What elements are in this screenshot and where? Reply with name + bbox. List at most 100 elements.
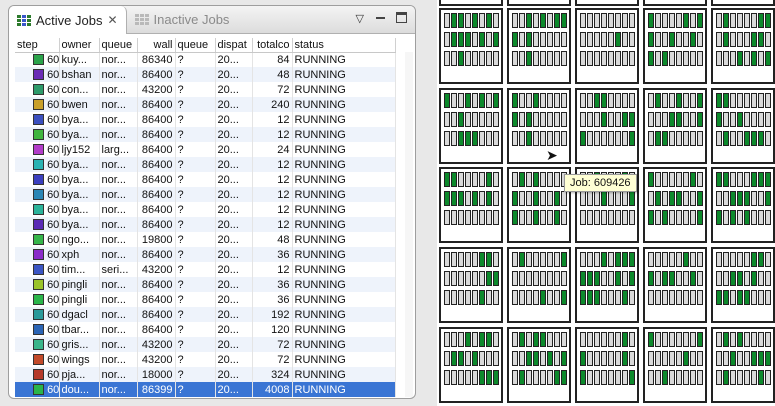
compute-node[interactable] [643,0,707,6]
cell-queue: nor... [99,352,138,367]
tab-active-jobs[interactable]: Active Jobs ✕ [9,6,127,34]
table-row[interactable]: 609...gris...nor...43200?20...72RUNNING [15,337,396,352]
table-row[interactable]: 609...bya...nor...86400?20...12RUNNING [15,217,396,232]
compute-node[interactable] [439,0,503,6]
table-row[interactable]: 609...bya...nor...86400?20...12RUNNING [15,172,396,187]
table-row[interactable]: 609...bya...nor...86400?20...12RUNNING [15,187,396,202]
compute-node[interactable] [643,167,707,243]
cpu-core [465,191,471,206]
cpu-core [519,172,525,187]
cpu-core [526,351,532,366]
cpu-core [676,13,682,28]
cpu-core [744,370,750,385]
cpu-core [690,332,696,347]
column-header-step[interactable]: step [15,38,60,53]
cpu-core [479,32,485,47]
table-row[interactable]: 609...bya...nor...86400?20...12RUNNING [15,112,396,127]
compute-node[interactable] [575,327,639,403]
column-header-queue[interactable]: queue [99,38,138,53]
compute-node[interactable] [643,8,707,84]
table-row[interactable]: 609...tim...seri...43200?20...12RUNNING [15,262,396,277]
compute-node[interactable] [439,88,503,164]
table-row[interactable]: 609...kuy...nor...86340?20...84RUNNING [15,52,396,67]
compute-node[interactable] [507,327,571,403]
table-row[interactable]: 609...bya...nor...86400?20...12RUNNING [15,157,396,172]
compute-node[interactable] [439,247,503,323]
compute-node[interactable] [439,167,503,243]
compute-node[interactable] [711,327,775,403]
cell-queued: ? [175,187,216,202]
compute-node[interactable] [507,8,571,84]
cpu-core [486,51,492,66]
table-row[interactable]: 609...pinglinor...86400?20...36RUNNING [15,277,396,292]
vertical-scrollbar[interactable] [405,52,413,397]
compute-node[interactable] [711,167,775,243]
cpu-core [669,172,675,187]
job-color-swatch [33,69,44,81]
table-row[interactable]: 609...dou...nor...86399?20...4008RUNNING [15,382,396,397]
compute-node[interactable] [507,247,571,323]
cpu-core [751,93,757,108]
compute-node[interactable] [643,88,707,164]
compute-node[interactable] [507,88,571,164]
cell-wall: 86400 [137,202,176,217]
table-row[interactable]: 609...xphnor...86400?20...36RUNNING [15,247,396,262]
compute-node[interactable] [643,327,707,403]
column-header-wall[interactable]: wall [137,38,176,53]
close-icon[interactable]: ✕ [107,13,117,27]
table-row[interactable]: 609...dgaclnor...86400?20...192RUNNING [15,307,396,322]
table-row[interactable]: 609...pinglinor...86400?20...36RUNNING [15,292,396,307]
compute-node[interactable] [439,8,503,84]
compute-node[interactable] [507,167,571,243]
cpu-core [472,32,478,47]
compute-node[interactable] [711,88,775,164]
compute-node[interactable] [507,0,571,6]
cpu-core [540,13,546,28]
cpu-core [751,332,757,347]
cpu-core [758,172,764,187]
table-row[interactable]: 609...bya...nor...86400?20...12RUNNING [15,202,396,217]
compute-node[interactable] [711,8,775,84]
cell-queue: nor... [99,232,138,247]
table-row[interactable]: 609...ngo...nor...19800?20...48RUNNING [15,232,396,247]
cell-dispatched: 20... [215,277,253,292]
cpu-core [723,112,729,127]
table-row[interactable]: 609...tbar...nor...86400?20...120RUNNING [15,322,396,337]
table-row[interactable]: 609...bshannor...86400?20...48RUNNING [15,67,396,82]
table-row[interactable]: 609...ljy152larg...86400?20...24RUNNING [15,142,396,157]
cell-dispatched: 20... [215,217,253,232]
compute-node[interactable] [575,247,639,323]
minimize-icon[interactable] [374,12,386,24]
table-row[interactable]: 609...bya...nor...86400?20...12RUNNING [15,127,396,142]
table-row[interactable]: 609...bwennor...86400?20...240RUNNING [15,97,396,112]
cpu-core [587,112,593,127]
cpu-core [479,51,485,66]
cell-step: 609... [47,323,59,336]
column-header-dispatched[interactable]: dispat [215,38,253,53]
table-row[interactable]: 609...pja...nor...18000?20...324RUNNING [15,367,396,382]
compute-node[interactable] [711,247,775,323]
cpu-core [765,191,771,206]
column-header-queued[interactable]: queue [175,38,216,53]
view-menu-icon[interactable]: ▽ [356,12,364,25]
compute-node[interactable] [439,327,503,403]
table-row[interactable]: 609...wingsnor...43200?20...72RUNNING [15,352,396,367]
column-header-status[interactable]: status [292,38,396,53]
cpu-core [697,32,703,47]
table-row[interactable]: 609...con...nor...43200?20...72RUNNING [15,82,396,97]
column-header-totalcores[interactable]: totalco [252,38,293,53]
cpu-core [533,351,539,366]
compute-node[interactable] [575,0,639,6]
compute-node[interactable] [643,247,707,323]
cpu-core [751,252,757,267]
cpu-core [526,271,532,286]
compute-node[interactable] [711,0,775,6]
cpu-core [669,271,675,286]
maximize-icon[interactable] [396,12,407,23]
cell-queued: ? [175,352,216,367]
compute-node[interactable] [575,88,639,164]
compute-node[interactable] [575,8,639,84]
column-header-owner[interactable]: owner [59,38,100,53]
cell-step: 609... [47,188,59,201]
tab-inactive-jobs[interactable]: Inactive Jobs [127,6,238,33]
